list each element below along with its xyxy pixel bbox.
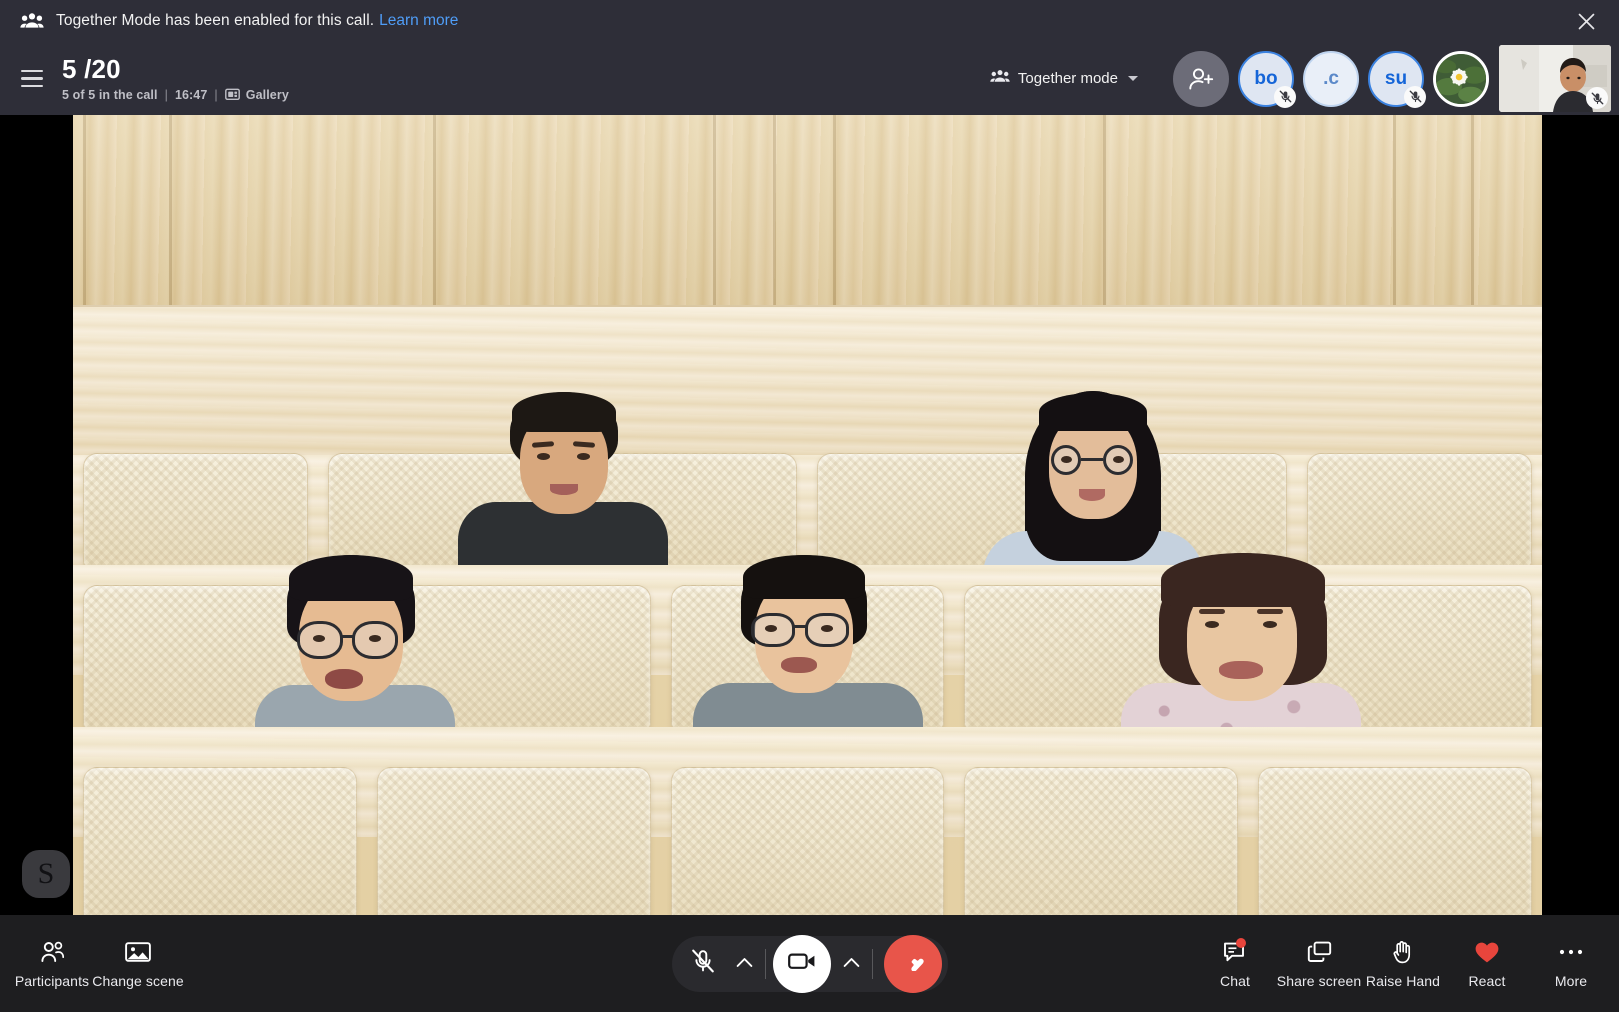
scene-seat (83, 453, 308, 568)
add-person-icon (1173, 51, 1229, 107)
page-title: 5 /20 (62, 55, 289, 84)
heart-icon (1474, 940, 1500, 964)
end-call-icon (898, 951, 928, 976)
raise-hand-icon (1392, 940, 1414, 964)
control-divider (765, 949, 766, 979)
chevron-up-icon (843, 955, 860, 973)
scene-seat (1307, 453, 1532, 568)
call-title-block: 5 /20 5 of 5 in the call | 16:47 | Galle… (62, 55, 289, 102)
toolbar-right-group: Chat Share screen Raise Hand (1195, 915, 1611, 1012)
share-screen-button[interactable]: Share screen (1279, 932, 1359, 995)
chevron-up-icon (736, 955, 753, 973)
end-call-button[interactable] (884, 935, 942, 993)
mute-microphone-button[interactable] (678, 939, 728, 989)
center-call-controls (672, 936, 948, 992)
microphone-muted-icon (1274, 86, 1296, 108)
scene-upper-wall (73, 115, 1542, 305)
together-mode-scene[interactable] (73, 115, 1542, 915)
layout-mode-label: Gallery (246, 88, 289, 102)
header-right-controls: Together mode bo (980, 45, 1611, 112)
more-label: More (1555, 973, 1587, 989)
raise-hand-button[interactable]: Raise Hand (1363, 932, 1443, 995)
together-mode-icon (990, 69, 1010, 88)
video-stage (0, 115, 1619, 915)
avatar-su[interactable]: su (1368, 51, 1424, 107)
change-scene-label: Change scene (92, 973, 184, 989)
chat-label: Chat (1220, 973, 1250, 989)
close-icon[interactable] (1569, 4, 1603, 38)
participant-front-row-left[interactable] (255, 555, 455, 747)
call-subtitle: 5 of 5 in the call | 16:47 | Gallery (62, 88, 289, 102)
waterlily-avatar-image (1433, 51, 1489, 107)
together-mode-button[interactable]: Together mode (980, 61, 1148, 96)
scene-seats-bottom-row (73, 767, 1542, 915)
share-screen-icon (1307, 940, 1332, 964)
learn-more-link[interactable]: Learn more (379, 12, 458, 30)
banner-message: Together Mode has been enabled for this … (56, 12, 374, 30)
participants-button[interactable]: Participants (12, 932, 92, 995)
react-button[interactable]: React (1447, 932, 1527, 995)
more-icon (1558, 940, 1584, 964)
chevron-down-icon (1128, 76, 1138, 81)
scene-seat (1258, 767, 1532, 915)
scene-seat (83, 767, 357, 915)
react-label: React (1468, 973, 1505, 989)
microphone-muted-icon (1404, 86, 1426, 108)
together-mode-label: Together mode (1018, 70, 1118, 87)
share-screen-label: Share screen (1277, 973, 1361, 989)
avatar-waterlily-photo[interactable] (1433, 51, 1489, 107)
skype-logo-letter: S (38, 859, 55, 889)
gallery-icon (225, 88, 240, 101)
participant-front-row-center[interactable] (693, 555, 923, 753)
add-person-button[interactable] (1173, 51, 1229, 107)
self-video-thumbnail[interactable] (1499, 45, 1611, 112)
avatar-c[interactable]: .c (1303, 51, 1359, 107)
chat-button[interactable]: Chat (1195, 932, 1275, 995)
control-divider (872, 949, 873, 979)
change-scene-button[interactable]: Change scene (98, 932, 178, 995)
camera-options-chevron[interactable] (835, 939, 869, 989)
microphone-muted-icon (690, 948, 716, 979)
participant-back-row-left[interactable] (458, 392, 668, 570)
subtitle-separator-1: | (165, 88, 168, 102)
participant-back-row-right[interactable] (973, 383, 1213, 573)
chat-icon (1223, 940, 1247, 964)
participant-avatars: bo .c su (1164, 45, 1611, 112)
call-header: 5 /20 5 of 5 in the call | 16:47 | Galle… (0, 42, 1619, 115)
skype-logo-badge[interactable]: S (22, 850, 70, 898)
avatar-initials: .c (1303, 51, 1359, 107)
call-timer: 16:47 (175, 88, 207, 102)
participants-icon (40, 940, 65, 964)
scene-seat (377, 767, 651, 915)
participants-label: Participants (15, 973, 89, 989)
toolbar-left-group: Participants Change scene (0, 915, 178, 1012)
together-mode-banner: Together Mode has been enabled for this … (0, 0, 1619, 42)
scene-beam (73, 305, 1542, 455)
scene-seat (671, 767, 945, 915)
participants-count-text: 5 of 5 in the call (62, 88, 158, 102)
raise-hand-label: Raise Hand (1366, 973, 1440, 989)
camera-toggle-button[interactable] (773, 935, 831, 993)
scene-seat (964, 767, 1238, 915)
change-scene-icon (125, 940, 151, 964)
hamburger-menu-icon[interactable] (12, 59, 52, 99)
people-group-icon (20, 11, 44, 31)
camera-icon (788, 951, 816, 976)
participant-front-row-right[interactable] (1121, 553, 1361, 751)
call-toolbar: Participants Change scene (0, 915, 1619, 1012)
avatar-bo[interactable]: bo (1238, 51, 1294, 107)
microphone-muted-icon (1586, 87, 1608, 109)
subtitle-separator-2: | (214, 88, 217, 102)
microphone-options-chevron[interactable] (728, 939, 762, 989)
chat-unread-badge (1236, 938, 1246, 948)
skype-call-window: Together Mode has been enabled for this … (0, 0, 1619, 1012)
more-options-button[interactable]: More (1531, 932, 1611, 995)
scene-seats-back-row (73, 453, 1542, 568)
